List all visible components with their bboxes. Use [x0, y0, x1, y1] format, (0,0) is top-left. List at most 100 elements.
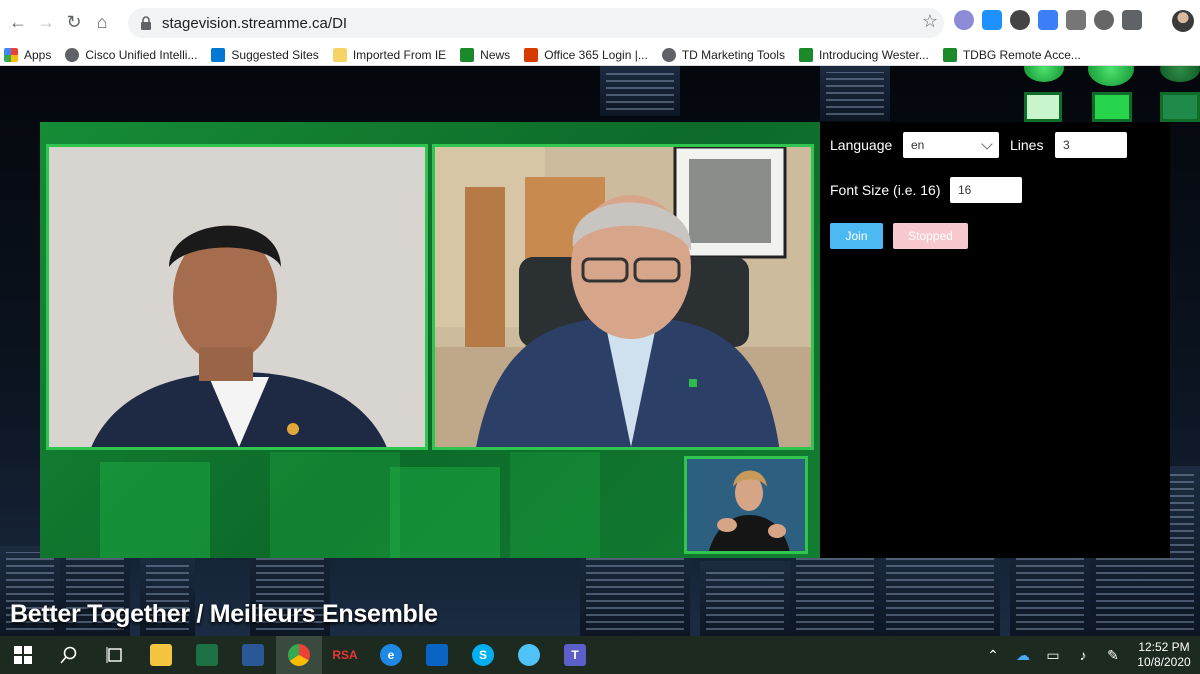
taskbar-app[interactable] — [506, 636, 552, 674]
excel-icon — [196, 644, 218, 666]
lines-label: Lines — [1010, 137, 1044, 153]
td-logo-icon — [460, 47, 475, 62]
taskbar-teams[interactable]: T — [552, 636, 598, 674]
app-icon — [518, 644, 540, 666]
office-icon — [524, 47, 539, 62]
decor-slab — [100, 462, 210, 558]
interpreter-silhouette — [687, 459, 805, 551]
td-logo-icon — [798, 47, 813, 62]
system-clock[interactable]: 12:52 PM 10/8/2020 — [1128, 640, 1200, 670]
bookmark-suggested-sites[interactable]: Suggested Sites — [211, 47, 319, 62]
ie-icon: e — [380, 644, 402, 666]
taskbar-excel[interactable] — [184, 636, 230, 674]
decor-square — [1092, 92, 1132, 122]
skype-icon: S — [472, 644, 494, 666]
decor-orb — [1160, 66, 1200, 82]
bookmark-apps[interactable]: Apps — [4, 47, 51, 62]
taskbar-outlook[interactable] — [414, 636, 460, 674]
apps-grid-icon — [4, 47, 18, 62]
bookmark-introducing-western[interactable]: Introducing Wester... — [798, 47, 929, 62]
decor-slab — [510, 452, 600, 558]
font-size-label: Font Size (i.e. 16) — [830, 182, 941, 198]
decor-square — [1024, 92, 1062, 122]
task-view-icon — [106, 647, 122, 663]
start-button[interactable] — [0, 636, 46, 674]
bookmark-office365[interactable]: Office 365 Login |... — [524, 47, 648, 62]
folder-icon — [332, 47, 347, 62]
glasses-extension-icon[interactable] — [1066, 10, 1086, 30]
star-icon[interactable]: ☆ — [922, 11, 938, 32]
video-tile-host[interactable] — [46, 144, 428, 450]
taskbar-chrome[interactable] — [276, 636, 322, 674]
clock-date: 10/8/2020 — [1137, 655, 1191, 669]
play-extension-icon[interactable] — [1038, 10, 1058, 30]
system-tray: ⌃ ☁ ▭ ♪ ✎ 12:52 PM 10/8/2020 — [978, 636, 1200, 674]
lines-value: 3 — [1063, 138, 1070, 152]
building — [700, 561, 790, 636]
font-size-input[interactable]: 16 — [950, 177, 1022, 203]
v-extension-icon[interactable] — [1094, 10, 1114, 30]
reload-icon[interactable]: ↻ — [60, 8, 88, 36]
pen-icon[interactable]: ✎ — [1098, 647, 1128, 664]
decor-slab — [270, 452, 400, 558]
taskbar-file-explorer[interactable] — [138, 636, 184, 674]
bookmark-news[interactable]: News — [460, 47, 510, 62]
decor-square — [1160, 92, 1200, 122]
word-icon — [242, 644, 264, 666]
volume-icon[interactable]: ♪ — [1068, 647, 1098, 663]
chrome-icon — [288, 644, 310, 666]
taskbar-edge[interactable]: e — [368, 636, 414, 674]
language-select[interactable]: en — [903, 132, 999, 158]
bookmark-imported-ie[interactable]: Imported From IE — [332, 47, 446, 62]
video-stage — [40, 122, 820, 558]
bookmark-tdbg-remote[interactable]: TDBG Remote Acce... — [942, 47, 1081, 62]
video-tile-guest[interactable] — [432, 144, 814, 450]
bookmark-cisco[interactable]: Cisco Unified Intelli... — [65, 47, 197, 62]
chevron-up-icon[interactable]: ⌃ — [978, 647, 1008, 664]
globe-icon — [65, 47, 80, 62]
search-button[interactable] — [46, 636, 92, 674]
taskbar-word[interactable] — [230, 636, 276, 674]
me-extension-icon[interactable] — [954, 10, 974, 30]
chevron-down-icon — [981, 138, 993, 150]
puzzle-extension-icon[interactable] — [1122, 10, 1142, 30]
join-button[interactable]: Join — [830, 223, 883, 249]
decor-orb — [1088, 66, 1134, 86]
task-view-button[interactable] — [92, 636, 138, 674]
windows-taskbar: RSA e S T ⌃ ☁ ▭ ♪ ✎ 12:52 PM 10/8/2020 — [0, 636, 1200, 674]
cloud-icon[interactable]: ☁ — [1008, 647, 1038, 664]
clock-time: 12:52 PM — [1138, 640, 1190, 654]
network-icon[interactable]: ▭ — [1038, 647, 1068, 664]
lines-input[interactable]: 3 — [1055, 132, 1127, 158]
lock-icon — [141, 16, 151, 30]
search-icon — [60, 646, 77, 664]
bing-icon — [211, 47, 226, 62]
taskbar-skype[interactable]: S — [460, 636, 506, 674]
bookmark-td-marketing[interactable]: TD Marketing Tools — [661, 47, 785, 62]
taskbar-rsa[interactable]: RSA — [322, 636, 368, 674]
back-icon[interactable]: ← — [4, 8, 32, 36]
event-title: Better Together / Meilleurs Ensemble — [10, 600, 438, 628]
windows-extension-icon[interactable] — [982, 10, 1002, 30]
building — [600, 66, 680, 116]
building — [880, 546, 1000, 636]
td-logo-icon — [942, 47, 957, 62]
speaker-silhouette — [49, 147, 425, 447]
profile-avatar[interactable] — [1172, 10, 1194, 32]
address-bar[interactable]: stagevision.streamme.ca/DI ☆ — [128, 8, 944, 38]
speaker-silhouette — [435, 147, 811, 447]
decor-orb — [1024, 66, 1064, 82]
teams-icon: T — [564, 644, 586, 666]
language-value: en — [911, 138, 925, 152]
stopped-button[interactable]: Stopped — [893, 223, 968, 249]
font-size-value: 16 — [958, 183, 972, 197]
folder-icon — [150, 644, 172, 666]
forward-icon[interactable]: → — [32, 8, 60, 36]
extensions — [954, 10, 1142, 30]
circle-extension-icon[interactable] — [1010, 10, 1030, 30]
page-background: Language en Lines 3 Font Size (i.e. 16) … — [0, 66, 1200, 636]
video-tile-interpreter[interactable] — [684, 456, 808, 554]
home-icon[interactable]: ⌂ — [88, 8, 116, 36]
rsa-icon: RSA — [332, 648, 358, 662]
decor-slab — [390, 467, 500, 558]
